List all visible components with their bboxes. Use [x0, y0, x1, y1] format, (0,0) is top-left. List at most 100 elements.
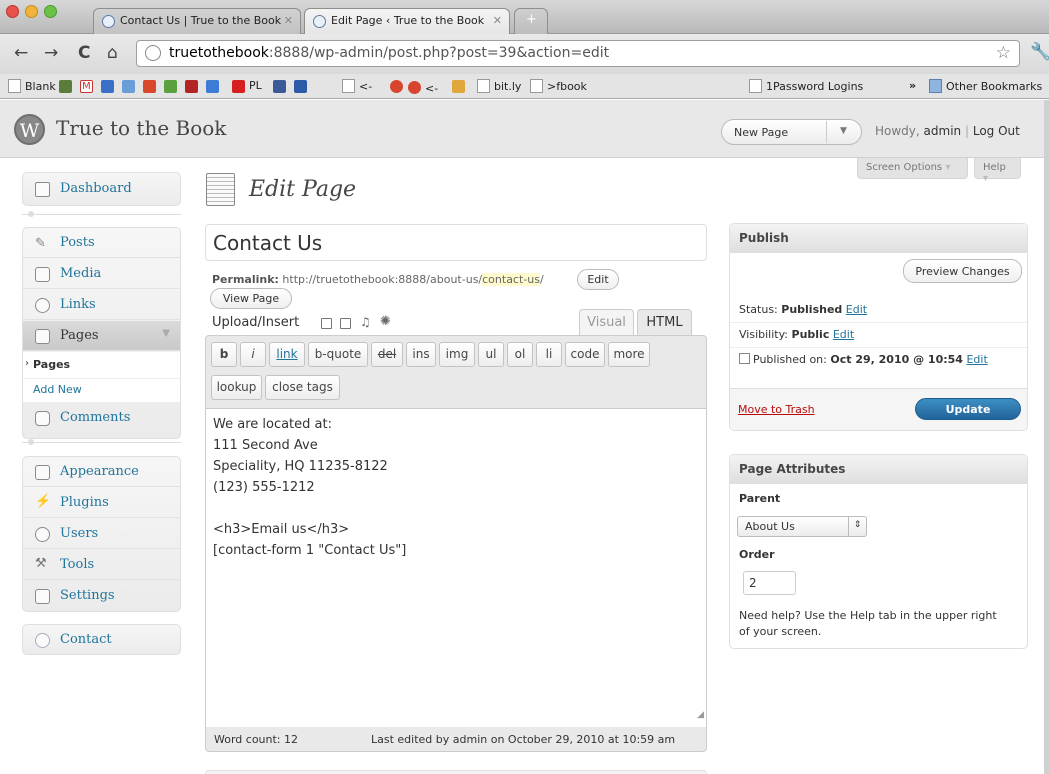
- add-image-icon[interactable]: [321, 318, 332, 329]
- sidebar-item-users[interactable]: Users: [23, 519, 180, 549]
- home-icon[interactable]: ⌂: [107, 43, 118, 63]
- tab-contact-us[interactable]: Contact Us | True to the Book ✕: [93, 8, 301, 34]
- edit-date-link[interactable]: Edit: [966, 353, 987, 366]
- quicktag-more[interactable]: more: [608, 342, 650, 367]
- forward-arrow-icon[interactable]: →: [44, 43, 58, 63]
- minimize-window-icon[interactable]: [25, 5, 38, 18]
- favorite-actions-dropdown[interactable]: New Page ▼: [721, 119, 862, 145]
- address-bar[interactable]: truetothebook:8888/wp-admin/post.php?pos…: [136, 40, 1020, 67]
- user-link[interactable]: admin: [924, 124, 962, 138]
- sidebar-item-media[interactable]: Media: [23, 259, 180, 289]
- screen-options-button[interactable]: Screen Options ▾: [857, 158, 968, 179]
- quicktag-img[interactable]: img: [439, 342, 475, 367]
- publish-box-title[interactable]: Publish: [730, 224, 1027, 253]
- bookmark-1password[interactable]: 1Password Logins: [749, 79, 863, 93]
- help-button[interactable]: Help ▾: [974, 158, 1021, 184]
- add-audio-icon[interactable]: ♫: [360, 315, 371, 329]
- scrollbar[interactable]: [1044, 100, 1049, 774]
- content-textarea[interactable]: We are located at: 111 Second Ave Specia…: [206, 408, 706, 727]
- post-title-input[interactable]: Contact Us: [205, 224, 707, 261]
- sidebar-item-settings[interactable]: Settings: [23, 581, 180, 611]
- sidebar-item-contact[interactable]: Contact: [23, 625, 180, 655]
- more-bookmarks-chevron[interactable]: »: [909, 79, 916, 92]
- tab-close-icon[interactable]: ✕: [493, 14, 502, 27]
- chevron-down-icon[interactable]: ▼: [162, 328, 170, 339]
- tumblr-icon[interactable]: [390, 80, 403, 93]
- edit-status-link[interactable]: Edit: [846, 303, 867, 316]
- site-title[interactable]: True to the Book: [56, 116, 226, 140]
- resize-handle-icon[interactable]: ◢: [697, 705, 704, 726]
- quicktag-del[interactable]: del: [371, 342, 403, 367]
- bookmark-back-2[interactable]: <-: [408, 79, 438, 95]
- sidebar-item-appearance[interactable]: Appearance: [23, 457, 180, 487]
- appearance-icon: [35, 465, 50, 480]
- wrench-icon[interactable]: 🔧: [1030, 42, 1049, 62]
- submenu-item-pages[interactable]: Pages: [33, 358, 70, 371]
- evernote-icon[interactable]: [59, 80, 72, 93]
- tab-title: Edit Page ‹ True to the Book: [331, 14, 485, 27]
- sidebar-item-plugins[interactable]: ⚡ Plugins: [23, 488, 180, 518]
- facebook-icon[interactable]: [273, 80, 286, 93]
- close-window-icon[interactable]: [6, 5, 19, 18]
- bookmark-other[interactable]: Other Bookmarks: [929, 79, 1042, 93]
- move-to-trash-link[interactable]: Move to Trash: [738, 403, 815, 416]
- bookmark-back-1[interactable]: <-: [342, 79, 372, 93]
- tab-visual[interactable]: Visual: [579, 309, 634, 335]
- quicktag-link[interactable]: link: [269, 342, 305, 367]
- users-icon: [35, 527, 50, 542]
- folder-icon: [929, 79, 942, 93]
- add-video-icon[interactable]: [340, 318, 351, 329]
- bookmark-pl[interactable]: PL: [249, 79, 262, 92]
- quicktag-close-tags[interactable]: close tags: [265, 375, 340, 400]
- netflix-icon[interactable]: [185, 80, 198, 93]
- quicktag-ins[interactable]: ins: [406, 342, 436, 367]
- chevron-down-icon[interactable]: ▼: [826, 121, 860, 143]
- view-page-button[interactable]: View Page: [210, 288, 292, 309]
- permalink-slug[interactable]: contact-us: [482, 273, 540, 286]
- bookmark-star-icon[interactable]: ☆: [996, 43, 1011, 63]
- back-arrow-icon[interactable]: ←: [14, 43, 28, 63]
- tab-html[interactable]: HTML: [637, 309, 692, 335]
- zoom-window-icon[interactable]: [44, 5, 57, 18]
- logout-link[interactable]: Log Out: [973, 124, 1020, 138]
- sidebar-item-pages[interactable]: Pages ▼: [23, 321, 180, 351]
- calendar-icon[interactable]: [101, 80, 114, 93]
- bird-icon[interactable]: [452, 80, 465, 93]
- h-icon[interactable]: [232, 80, 245, 93]
- sidebar-item-comments[interactable]: Comments: [23, 403, 180, 433]
- quicktag-bold[interactable]: b: [211, 342, 237, 367]
- tab-edit-page[interactable]: Edit Page ‹ True to the Book ✕: [304, 8, 510, 34]
- bookmark-bitly[interactable]: bit.ly: [477, 79, 521, 93]
- edit-permalink-button[interactable]: Edit: [577, 269, 619, 290]
- quicktag-blockquote[interactable]: b-quote: [308, 342, 368, 367]
- tab-close-icon[interactable]: ✕: [284, 14, 293, 27]
- page-attributes-title[interactable]: Page Attributes: [730, 455, 1027, 484]
- submenu-item-add-new[interactable]: Add New: [33, 383, 82, 396]
- bookmark-fbook[interactable]: >fbook: [530, 79, 587, 93]
- quicktag-li[interactable]: li: [536, 342, 562, 367]
- bookmark-blank[interactable]: Blank: [8, 79, 56, 93]
- tasks-icon[interactable]: [164, 80, 177, 93]
- parent-select[interactable]: About Us ⇕: [737, 516, 867, 537]
- reader-icon[interactable]: [143, 80, 156, 93]
- quicktag-italic[interactable]: i: [240, 342, 266, 367]
- sidebar-item-dashboard[interactable]: Dashboard: [23, 174, 180, 204]
- google-icon[interactable]: [206, 80, 219, 93]
- sidebar-item-posts[interactable]: ✎ Posts: [23, 228, 180, 258]
- add-media-icon[interactable]: ✺: [380, 314, 391, 329]
- edit-visibility-link[interactable]: Edit: [833, 328, 854, 341]
- quicktag-code[interactable]: code: [565, 342, 605, 367]
- preview-changes-button[interactable]: Preview Changes: [903, 259, 1022, 283]
- order-input[interactable]: 2: [743, 571, 796, 595]
- quicktag-lookup[interactable]: lookup: [211, 375, 262, 400]
- sidebar-item-tools[interactable]: ⚒ Tools: [23, 550, 180, 580]
- quicktag-ul[interactable]: ul: [478, 342, 504, 367]
- update-button[interactable]: Update: [915, 398, 1021, 420]
- gmail-icon[interactable]: M: [80, 80, 93, 93]
- delicious-icon[interactable]: [294, 80, 307, 93]
- quicktag-ol[interactable]: ol: [507, 342, 533, 367]
- sidebar-item-links[interactable]: Links: [23, 290, 180, 320]
- new-tab-button[interactable]: +: [514, 8, 548, 34]
- reload-icon[interactable]: C: [78, 43, 90, 63]
- docs-icon[interactable]: [122, 80, 135, 93]
